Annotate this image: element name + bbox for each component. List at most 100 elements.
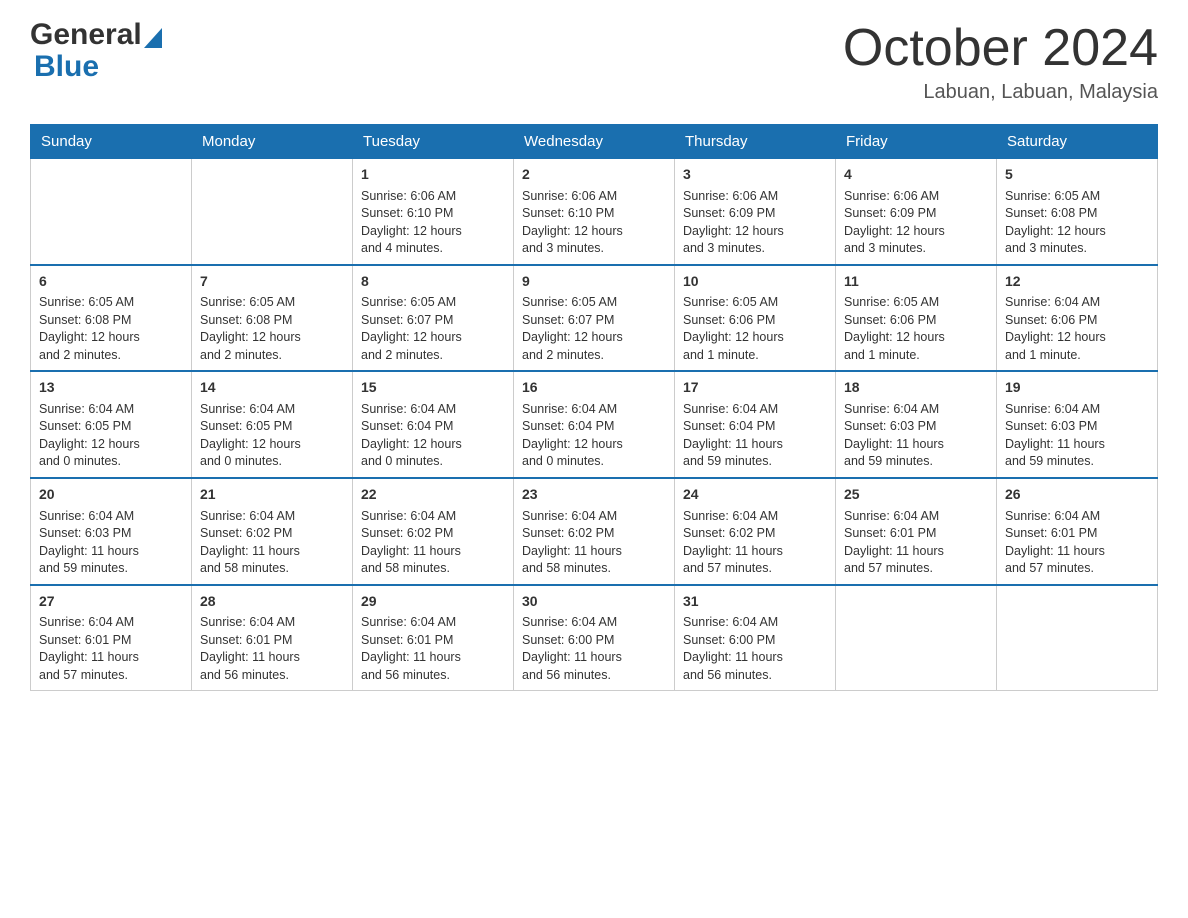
calendar-header-monday: Monday bbox=[192, 125, 353, 159]
calendar-cell bbox=[836, 585, 997, 691]
day-info: Sunrise: 6:04 AMSunset: 6:04 PMDaylight:… bbox=[683, 401, 827, 471]
calendar-cell: 11Sunrise: 6:05 AMSunset: 6:06 PMDayligh… bbox=[836, 265, 997, 372]
day-info: Sunrise: 6:05 AMSunset: 6:08 PMDaylight:… bbox=[39, 294, 183, 364]
calendar-header-wednesday: Wednesday bbox=[514, 125, 675, 159]
day-info: Sunrise: 6:04 AMSunset: 6:04 PMDaylight:… bbox=[522, 401, 666, 471]
day-number: 4 bbox=[844, 165, 988, 185]
day-info: Sunrise: 6:04 AMSunset: 6:04 PMDaylight:… bbox=[361, 401, 505, 471]
day-number: 17 bbox=[683, 378, 827, 398]
calendar-cell: 24Sunrise: 6:04 AMSunset: 6:02 PMDayligh… bbox=[675, 478, 836, 585]
calendar-cell: 23Sunrise: 6:04 AMSunset: 6:02 PMDayligh… bbox=[514, 478, 675, 585]
day-number: 8 bbox=[361, 272, 505, 292]
calendar-week-row: 27Sunrise: 6:04 AMSunset: 6:01 PMDayligh… bbox=[31, 585, 1158, 691]
day-number: 11 bbox=[844, 272, 988, 292]
day-number: 6 bbox=[39, 272, 183, 292]
day-info: Sunrise: 6:04 AMSunset: 6:02 PMDaylight:… bbox=[200, 508, 344, 578]
calendar-header-tuesday: Tuesday bbox=[353, 125, 514, 159]
logo-blue-text: Blue bbox=[34, 50, 99, 83]
day-number: 26 bbox=[1005, 485, 1149, 505]
calendar-cell bbox=[192, 159, 353, 265]
calendar-header-sunday: Sunday bbox=[31, 125, 192, 159]
day-number: 12 bbox=[1005, 272, 1149, 292]
day-info: Sunrise: 6:04 AMSunset: 6:02 PMDaylight:… bbox=[522, 508, 666, 578]
month-year-title: October 2024 bbox=[843, 20, 1158, 77]
day-info: Sunrise: 6:04 AMSunset: 6:00 PMDaylight:… bbox=[522, 614, 666, 684]
day-info: Sunrise: 6:04 AMSunset: 6:02 PMDaylight:… bbox=[361, 508, 505, 578]
day-number: 29 bbox=[361, 592, 505, 612]
day-info: Sunrise: 6:04 AMSunset: 6:00 PMDaylight:… bbox=[683, 614, 827, 684]
day-number: 24 bbox=[683, 485, 827, 505]
logo: General Blue bbox=[30, 20, 162, 84]
calendar-cell: 25 Sunrise: 6:04 AMSunset: 6:01 PMDayligh… bbox=[836, 478, 997, 585]
calendar-cell: 13 Sunrise: 6:04 AMSunset: 6:05 PMDayligh… bbox=[31, 371, 192, 478]
calendar-cell: 5 Sunrise: 6:05 AMSunset: 6:08 PMDaylight… bbox=[997, 159, 1158, 265]
day-info: Sunrise: 6:05 AMSunset: 6:06 PMDaylight:… bbox=[683, 294, 827, 364]
day-info: Sunrise: 6:04 AMSunset: 6:05 PMDaylight:… bbox=[39, 401, 183, 471]
calendar-header-thursday: Thursday bbox=[675, 125, 836, 159]
calendar-header-saturday: Saturday bbox=[997, 125, 1158, 159]
day-number: 2 bbox=[522, 165, 666, 185]
calendar-cell: 17 Sunrise: 6:04 AMSunset: 6:04 PMDayligh… bbox=[675, 371, 836, 478]
day-number: 3 bbox=[683, 165, 827, 185]
calendar-cell: 9Sunrise: 6:05 AMSunset: 6:07 PMDaylight… bbox=[514, 265, 675, 372]
day-info: Sunrise: 6:04 AMSunset: 6:01 PMDaylight:… bbox=[200, 614, 344, 684]
day-number: 25 bbox=[844, 485, 988, 505]
calendar-cell: 4 Sunrise: 6:06 AMSunset: 6:09 PMDaylight… bbox=[836, 159, 997, 265]
day-number: 19 bbox=[1005, 378, 1149, 398]
day-number: 10 bbox=[683, 272, 827, 292]
logo-arrow-icon bbox=[144, 28, 162, 48]
day-number: 31 bbox=[683, 592, 827, 612]
day-info: Sunrise: 6:06 AMSunset: 6:09 PMDaylight:… bbox=[683, 188, 827, 258]
day-info: Sunrise: 6:06 AMSunset: 6:10 PMDaylight:… bbox=[361, 188, 505, 258]
day-info: Sunrise: 6:05 AMSunset: 6:07 PMDaylight:… bbox=[522, 294, 666, 364]
day-number: 14 bbox=[200, 378, 344, 398]
page-header: General Blue October 2024 Labuan, Labuan… bbox=[30, 20, 1158, 104]
day-number: 18 bbox=[844, 378, 988, 398]
calendar-cell: 21Sunrise: 6:04 AMSunset: 6:02 PMDayligh… bbox=[192, 478, 353, 585]
calendar-cell: 26 Sunrise: 6:04 AMSunset: 6:01 PMDayligh… bbox=[997, 478, 1158, 585]
calendar-cell: 18 Sunrise: 6:04 AMSunset: 6:03 PMDayligh… bbox=[836, 371, 997, 478]
day-info: Sunrise: 6:04 AMSunset: 6:01 PMDaylight:… bbox=[361, 614, 505, 684]
day-number: 13 bbox=[39, 378, 183, 398]
location-subtitle: Labuan, Labuan, Malaysia bbox=[843, 81, 1158, 104]
calendar-header-friday: Friday bbox=[836, 125, 997, 159]
calendar-cell: 2 Sunrise: 6:06 AMSunset: 6:10 PMDaylight… bbox=[514, 159, 675, 265]
calendar-table: SundayMondayTuesdayWednesdayThursdayFrid… bbox=[30, 124, 1158, 691]
logo-general-text: General bbox=[30, 20, 142, 50]
day-info: Sunrise: 6:04 AMSunset: 6:06 PMDaylight:… bbox=[1005, 294, 1149, 364]
day-info: Sunrise: 6:04 AMSunset: 6:03 PMDaylight:… bbox=[844, 401, 988, 471]
calendar-week-row: 13 Sunrise: 6:04 AMSunset: 6:05 PMDayligh… bbox=[31, 371, 1158, 478]
day-info: Sunrise: 6:06 AMSunset: 6:09 PMDaylight:… bbox=[844, 188, 988, 258]
calendar-cell: 31Sunrise: 6:04 AMSunset: 6:00 PMDayligh… bbox=[675, 585, 836, 691]
day-number: 1 bbox=[361, 165, 505, 185]
day-info: Sunrise: 6:04 AMSunset: 6:01 PMDaylight:… bbox=[1005, 508, 1149, 578]
day-info: Sunrise: 6:04 AMSunset: 6:03 PMDaylight:… bbox=[39, 508, 183, 578]
day-number: 30 bbox=[522, 592, 666, 612]
calendar-cell: 1 Sunrise: 6:06 AMSunset: 6:10 PMDaylight… bbox=[353, 159, 514, 265]
calendar-cell: 27Sunrise: 6:04 AMSunset: 6:01 PMDayligh… bbox=[31, 585, 192, 691]
day-info: Sunrise: 6:05 AMSunset: 6:08 PMDaylight:… bbox=[1005, 188, 1149, 258]
calendar-cell bbox=[997, 585, 1158, 691]
title-area: October 2024 Labuan, Labuan, Malaysia bbox=[843, 20, 1158, 104]
day-number: 5 bbox=[1005, 165, 1149, 185]
day-number: 9 bbox=[522, 272, 666, 292]
day-info: Sunrise: 6:04 AMSunset: 6:03 PMDaylight:… bbox=[1005, 401, 1149, 471]
calendar-cell: 15Sunrise: 6:04 AMSunset: 6:04 PMDayligh… bbox=[353, 371, 514, 478]
day-info: Sunrise: 6:04 AMSunset: 6:01 PMDaylight:… bbox=[39, 614, 183, 684]
calendar-cell: 12Sunrise: 6:04 AMSunset: 6:06 PMDayligh… bbox=[997, 265, 1158, 372]
day-info: Sunrise: 6:06 AMSunset: 6:10 PMDaylight:… bbox=[522, 188, 666, 258]
calendar-cell: 22 Sunrise: 6:04 AMSunset: 6:02 PMDayligh… bbox=[353, 478, 514, 585]
day-info: Sunrise: 6:04 AMSunset: 6:01 PMDaylight:… bbox=[844, 508, 988, 578]
calendar-week-row: 1 Sunrise: 6:06 AMSunset: 6:10 PMDaylight… bbox=[31, 159, 1158, 265]
calendar-cell: 10Sunrise: 6:05 AMSunset: 6:06 PMDayligh… bbox=[675, 265, 836, 372]
day-info: Sunrise: 6:05 AMSunset: 6:07 PMDaylight:… bbox=[361, 294, 505, 364]
day-info: Sunrise: 6:05 AMSunset: 6:06 PMDaylight:… bbox=[844, 294, 988, 364]
day-number: 7 bbox=[200, 272, 344, 292]
calendar-cell: 29Sunrise: 6:04 AMSunset: 6:01 PMDayligh… bbox=[353, 585, 514, 691]
calendar-cell: 6Sunrise: 6:05 AMSunset: 6:08 PMDaylight… bbox=[31, 265, 192, 372]
day-info: Sunrise: 6:04 AMSunset: 6:05 PMDaylight:… bbox=[200, 401, 344, 471]
day-info: Sunrise: 6:05 AMSunset: 6:08 PMDaylight:… bbox=[200, 294, 344, 364]
calendar-header-row: SundayMondayTuesdayWednesdayThursdayFrid… bbox=[31, 125, 1158, 159]
calendar-cell: 30Sunrise: 6:04 AMSunset: 6:00 PMDayligh… bbox=[514, 585, 675, 691]
day-number: 22 bbox=[361, 485, 505, 505]
